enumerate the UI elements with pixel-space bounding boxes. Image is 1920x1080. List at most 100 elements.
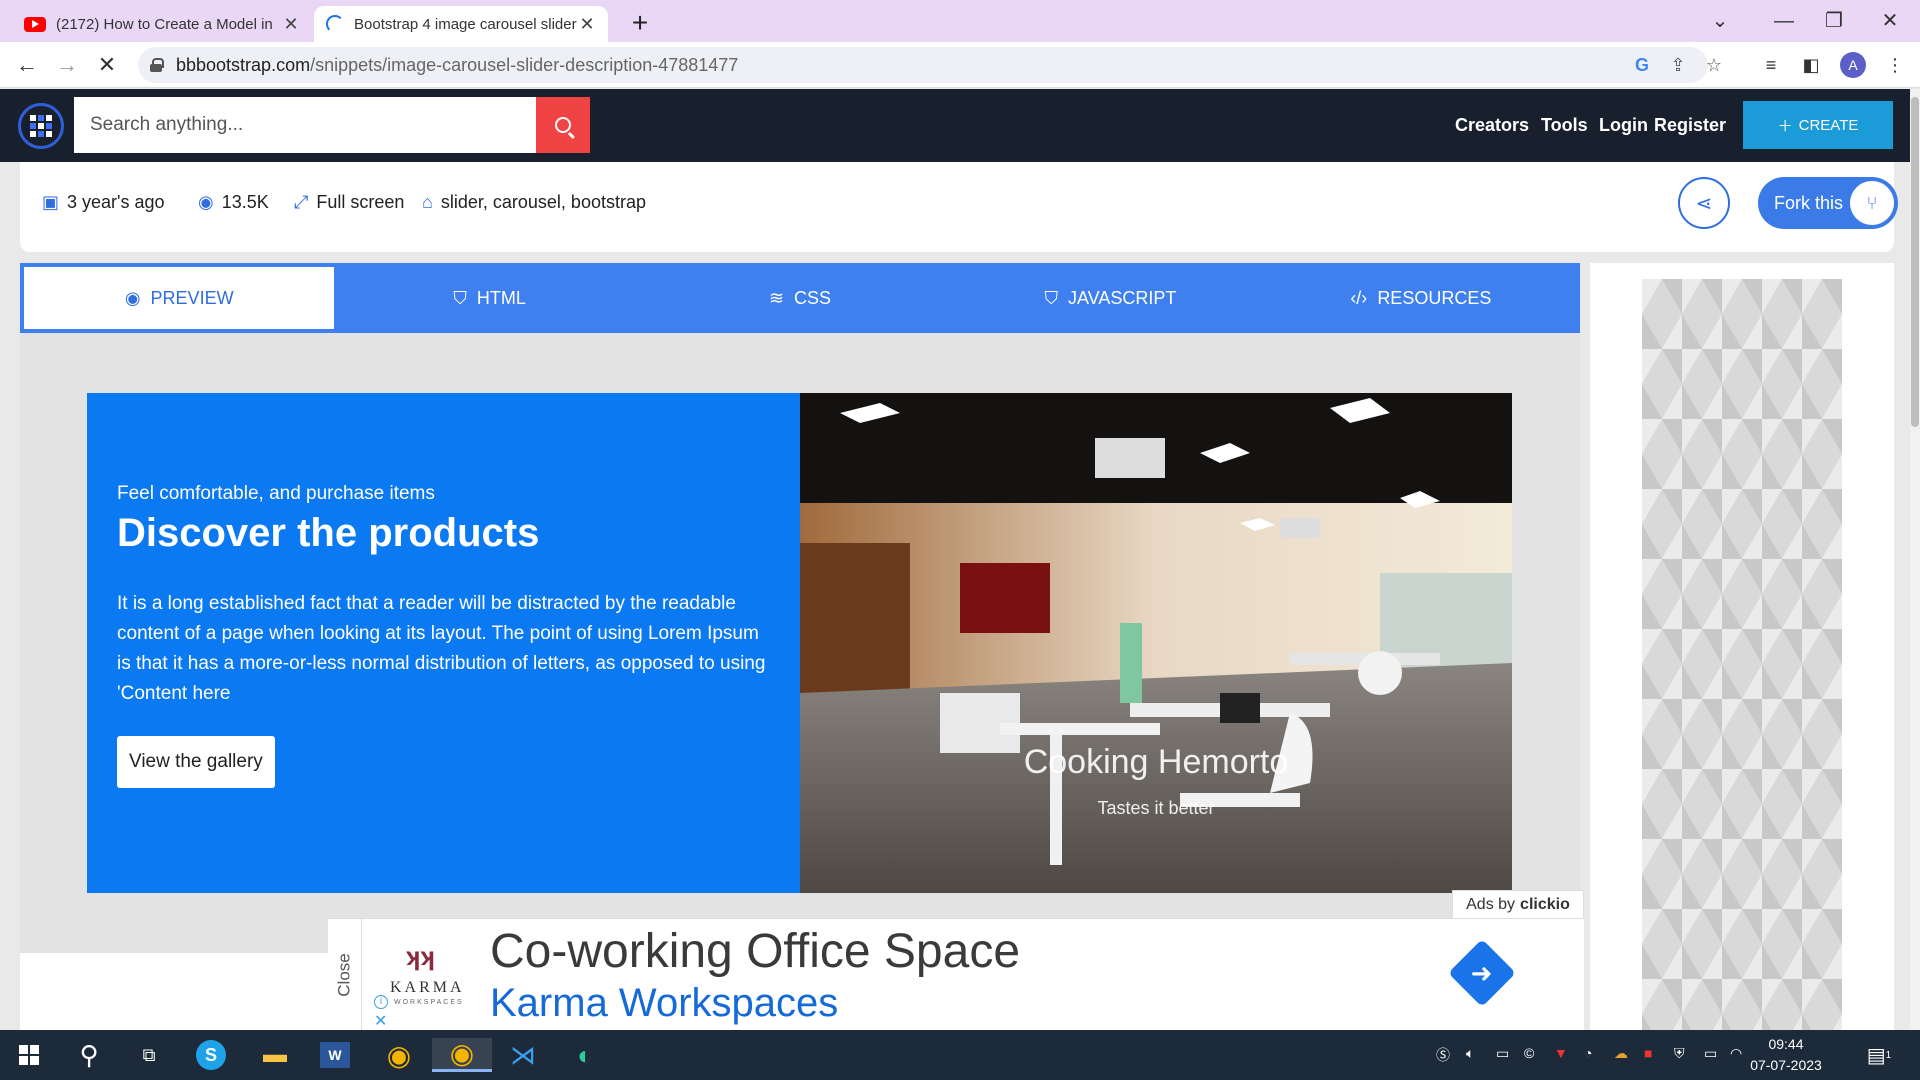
nav-register[interactable]: Register [1654,115,1726,136]
side-advertisement[interactable] [1590,263,1894,1030]
app-tray-icon[interactable]: ■ [1644,1045,1652,1061]
side-panel-icon[interactable]: ◧ [1794,48,1828,82]
create-label: CREATE [1798,116,1859,134]
photos-tray-icon[interactable]: ▭ [1496,1045,1509,1062]
meta-views: ◉ 13.5K [198,192,269,213]
ad-dismiss-icon[interactable]: ✕ [374,1011,387,1031]
view-gallery-button[interactable]: View the gallery [117,736,275,788]
notification-icon[interactable]: ▤ 1 [1862,1038,1896,1072]
task-view-icon[interactable]: ⧉ [132,1038,166,1072]
back-icon[interactable]: ← [10,48,44,82]
nav-creators[interactable]: Creators [1455,115,1529,136]
tab-javascript[interactable]: ⛉ JAVASCRIPT [955,267,1265,329]
carousel-slide-text-panel: Feel comfortable, and purchase items Dis… [87,393,800,893]
meta-date-text: 3 year's ago [67,192,165,212]
browser-tab-youtube[interactable]: (2172) How to Create a Model in ✕ [12,6,312,42]
tab-html[interactable]: ⛉ HTML [334,267,644,329]
notification-count: 1 [1885,1049,1892,1061]
antivirus-tray-icon[interactable]: ▼ [1554,1045,1568,1061]
taskbar-clock[interactable]: 09:44 07-07-2023 [1746,1034,1826,1076]
security-tray-icon[interactable]: ⛨ [1674,1045,1685,1062]
nav-login[interactable]: Login [1599,115,1648,136]
profile-avatar[interactable]: A [1840,52,1866,78]
ad-close-button[interactable]: Close [328,919,362,1031]
code-tabs: ◉ PREVIEW ⛉ HTML ≋ CSS ⛉ JAVASCRIPT ‹/› … [20,263,1580,333]
close-window-icon[interactable]: ✕ [1870,4,1910,38]
word-icon[interactable]: W [320,1042,350,1068]
calendar-icon: ▣ [42,192,60,212]
tab-search-chevron-icon[interactable]: ⌄ [1700,4,1740,38]
forward-icon[interactable]: → [50,48,84,82]
share-button[interactable]: ⋖ [1678,177,1730,229]
karma-logo-sub: WORKSPACES [394,999,464,1006]
search-button[interactable] [536,97,590,153]
battery-icon[interactable]: ▭ [1704,1045,1717,1062]
tab-title: (2172) How to Create a Model in [56,15,273,33]
browser-menu-icon[interactable]: ⋮ [1878,48,1912,82]
tab-preview[interactable]: ◉ PREVIEW [24,267,335,329]
tab-css[interactable]: ≋ CSS [645,267,955,329]
browser-tab-strip: (2172) How to Create a Model in ✕ Bootst… [0,0,1920,42]
directions-arrow-icon[interactable]: ➜ [1448,939,1516,1007]
meta-tags-text[interactable]: slider, carousel, bootstrap [441,192,646,213]
caption-subtitle: Tastes it better [1097,798,1215,818]
stop-loading-icon[interactable]: ✕ [90,48,124,82]
share-page-icon[interactable]: ⇪ [1664,52,1692,78]
vscode-icon[interactable]: ⋊ [506,1038,540,1072]
nav-tools[interactable]: Tools [1541,115,1588,136]
new-tab-button[interactable]: + [622,6,658,42]
wifi-icon[interactable]: ◠ [1730,1045,1742,1062]
lock-icon[interactable] [150,58,164,72]
karma-logo-icon: ʞʞ [406,941,435,971]
skype-icon[interactable]: S [196,1040,226,1070]
scrollbar-thumb[interactable] [1911,97,1919,427]
css3-icon: ≋ [768,287,785,308]
tab-html-label: HTML [476,287,526,308]
fork-button[interactable]: Fork this ⑂ [1758,177,1898,229]
site-header: Creators Tools Login Register ＋ CREATE [0,89,1920,162]
search-input[interactable] [74,97,536,153]
clock-date: 07-07-2023 [1750,1057,1822,1073]
meta-date: ▣ 3 year's ago [42,192,165,213]
chrome-icon[interactable]: ◉ [382,1038,416,1072]
close-tab-icon[interactable]: ✕ [282,14,300,35]
restore-icon[interactable]: ❐ [1814,4,1854,38]
ads-by-label[interactable]: Ads by clickio [1452,890,1584,920]
volume-icon[interactable]: 🔈︎ [1466,1045,1474,1062]
copyright-tray-icon[interactable]: © [1524,1045,1534,1061]
ad-close-label: Close [334,953,354,997]
sync-tray-icon[interactable]: ◔ [1584,1045,1592,1061]
eye-icon: ◉ [198,192,214,212]
ad-info-icon[interactable]: i [374,995,388,1009]
file-explorer-icon[interactable]: ▬ [258,1038,292,1072]
browser-tab-bootstrap[interactable]: Bootstrap 4 image carousel slider ✕ [314,6,608,42]
address-bar[interactable]: bbbootstrap.com/snippets/image-carousel-… [138,47,1722,83]
page-scrollbar[interactable] [1910,89,1920,1030]
snippet-meta-bar: ▣ 3 year's ago ◉ 13.5K ⤢ Full screen ⌂ s… [20,162,1898,252]
tag-icon: ⌂ [422,192,433,212]
bbbootstrap-logo[interactable] [18,103,64,149]
tab-resources[interactable]: ‹/› RESOURCES [1266,267,1576,329]
chrome-profile-icon[interactable]: ◉ [432,1038,492,1072]
create-button[interactable]: ＋ CREATE [1743,101,1893,149]
search-taskbar-icon[interactable]: ⚲ [72,1038,106,1072]
windows-start-icon[interactable] [12,1038,46,1072]
google-translate-icon[interactable]: G [1628,52,1656,78]
caption-title: Cooking Hemorto [1023,743,1289,781]
fullscreen-link[interactable]: ⤢ Full screen [294,192,404,213]
reading-list-icon[interactable]: ≡ [1754,48,1788,82]
bookmark-star-icon[interactable]: ☆ [1700,52,1728,78]
clickio-brand: clickio [1520,896,1570,913]
search-icon [555,117,571,133]
ad-headline: Co-working Office Space [490,925,1021,978]
url-host: bbbootstrap.com [176,54,311,75]
cloud-tray-icon[interactable]: ☁ [1614,1045,1628,1062]
slide-subtitle: Feel comfortable, and purchase items [117,483,435,504]
tab-title: Bootstrap 4 image carousel slider [354,15,577,33]
tab-css-label: CSS [794,287,832,308]
close-tab-icon[interactable]: ✕ [578,14,596,35]
bottom-advertisement[interactable]: Close ʞʞ KARMA WORKSPACES i ✕ Co-working… [328,918,1584,1031]
skype-tray-icon[interactable]: Ⓢ [1436,1045,1450,1065]
edge-icon[interactable]: ◐ [568,1038,602,1072]
minimize-icon[interactable]: — [1764,4,1804,38]
